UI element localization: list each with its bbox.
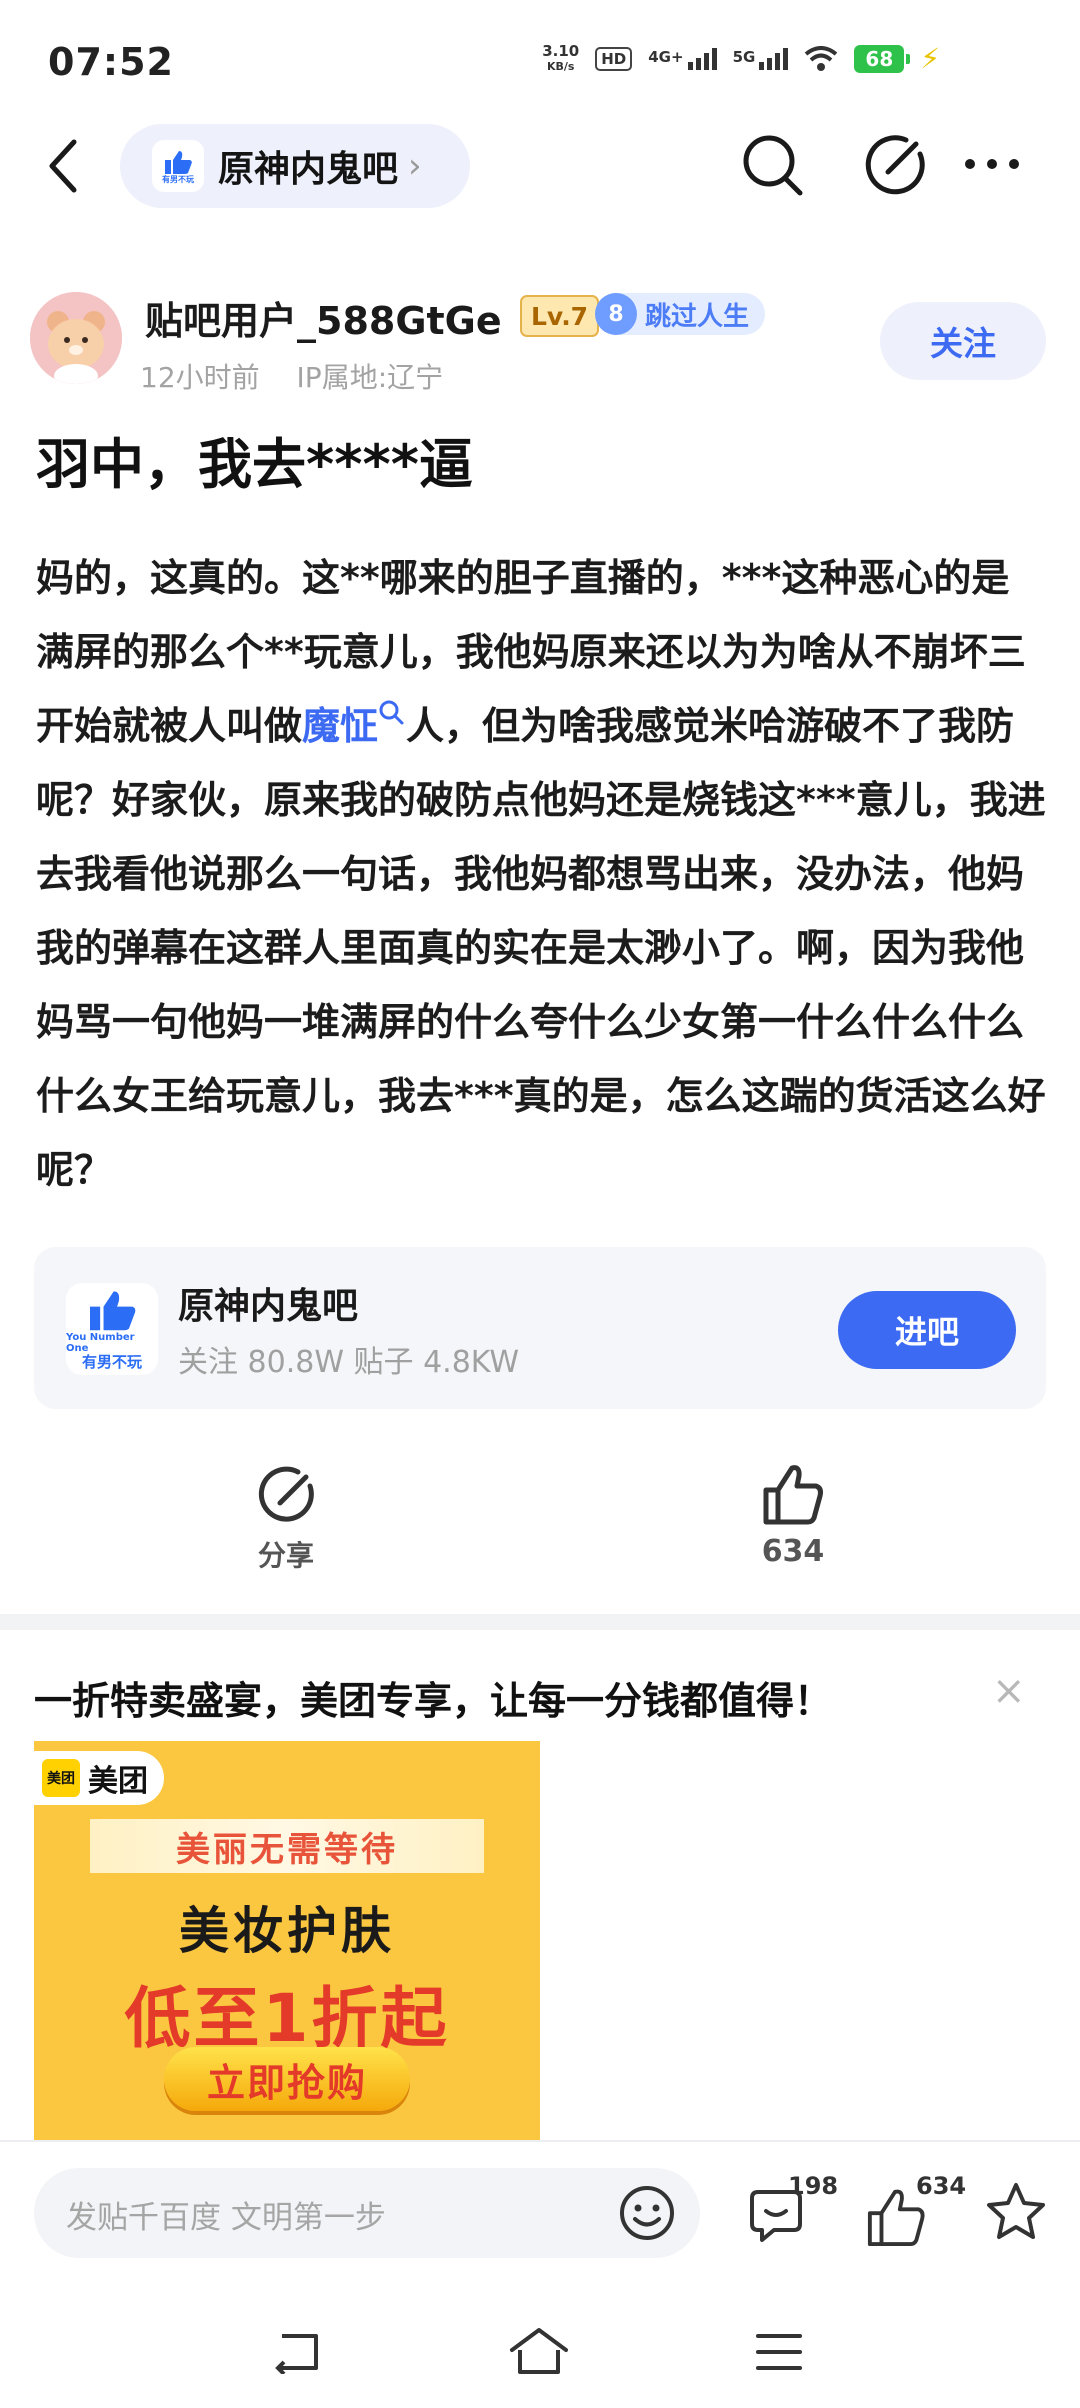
forum-card-name: 原神内鬼吧 [178,1286,359,1327]
enter-forum-button[interactable]: 进吧 [838,1291,1016,1369]
bottom-like-count: 634 [916,2172,967,2200]
forum-card[interactable]: You Number One 有男不玩 原神内鬼吧 关注 80.8W 贴子 4.… [34,1247,1046,1409]
search-icon[interactable] [740,130,806,200]
chevron-right-icon: › [408,146,422,186]
thumb-logo-icon [90,1291,136,1331]
reply-input[interactable]: 发贴千百度 文明第一步 [34,2168,700,2258]
wifi-icon [805,45,838,71]
username[interactable]: 贴吧用户_588GtGe [145,290,502,345]
nav-menu-icon[interactable] [754,2330,804,2374]
comment-count: 198 [788,2172,839,2200]
forum-name: 原神内鬼吧 [218,149,399,190]
forum-pill[interactable]: 有男不玩 原神内鬼吧 › [120,124,470,208]
thumb-logo-icon [165,150,192,174]
post-body: 妈的，这真的。这**哪来的胆子直播的，***这种恶心的是满屏的那么个**玩意儿，… [36,556,1046,1192]
post-title: 羽中，我去****逼 [36,433,473,496]
comment-button[interactable]: 198 [746,2172,846,2252]
badge-text: 跳过人生 [645,301,750,332]
share-label: 分享 [257,1539,314,1572]
section-divider [0,1614,1080,1630]
star-icon[interactable] [984,2180,1048,2244]
charging-icon: ⚡ [920,42,940,75]
signal-1-icon: 4G+ [648,47,717,70]
more-icon[interactable] [962,154,1022,174]
like-count: 634 [761,1534,825,1569]
post-meta: 12小时前 IP属地:辽宁 [140,361,444,394]
brand-name: 美团 [88,1764,148,1799]
badge-number: 8 [595,293,637,335]
ad-buy-button[interactable]: 立即抢购 [164,2047,410,2111]
brand-logo: 美团 [42,1759,80,1797]
share-icon [258,1466,314,1522]
follow-button[interactable]: 关注 [880,302,1046,380]
bottom-divider [0,2140,1080,2142]
hd-icon: HD [595,46,633,71]
network-speed: 3.10 KB/s [542,41,580,73]
avatar[interactable] [30,292,122,384]
status-time: 07:52 [48,40,174,84]
keyword-search-icon [379,700,404,725]
forum-card-stats: 关注 80.8W 贴子 4.8KW [178,1345,520,1380]
reply-placeholder: 发贴千百度 文明第一步 [66,2200,386,2236]
nav-back-icon[interactable] [270,2330,326,2374]
status-icons: 3.10 KB/s HD 4G+ 5G 68 ⚡ [542,42,940,75]
brand-chip: 美团 美团 [34,1751,164,1805]
title-badge: 8 跳过人生 [595,293,766,335]
level-badge: Lv.7 [520,295,600,337]
close-icon[interactable]: × [992,1668,1026,1714]
ad-tagline: 美丽无需等待 [90,1819,484,1873]
like-button[interactable]: 634 [733,1462,853,1569]
emoji-icon[interactable] [618,2184,676,2242]
ad-banner[interactable]: 美团 美团 美丽无需等待 美妆护肤 低至1折起 立即抢购 [34,1741,540,2140]
forum-card-logo: You Number One 有男不玩 [66,1283,158,1375]
forum-logo: 有男不玩 [152,140,204,192]
back-icon[interactable] [44,136,84,196]
keyword-link[interactable]: 魔怔 [302,700,406,748]
system-nav-bar [0,2290,1080,2408]
share-button[interactable]: 分享 [226,1466,346,1574]
ad-title[interactable]: 一折特卖盛宴，美团专享，让每一分钱都值得！ [34,1670,832,1725]
bottom-like-button[interactable]: 634 [866,2172,966,2252]
bear-avatar-icon [30,292,122,384]
edit-icon[interactable] [862,132,928,198]
signal-2-icon: 5G [733,47,789,70]
nav-home-icon[interactable] [508,2326,570,2376]
ad-headline: 美妆护肤 [179,1902,395,1960]
like-icon [763,1465,823,1525]
battery-indicator: 68 [854,44,911,73]
